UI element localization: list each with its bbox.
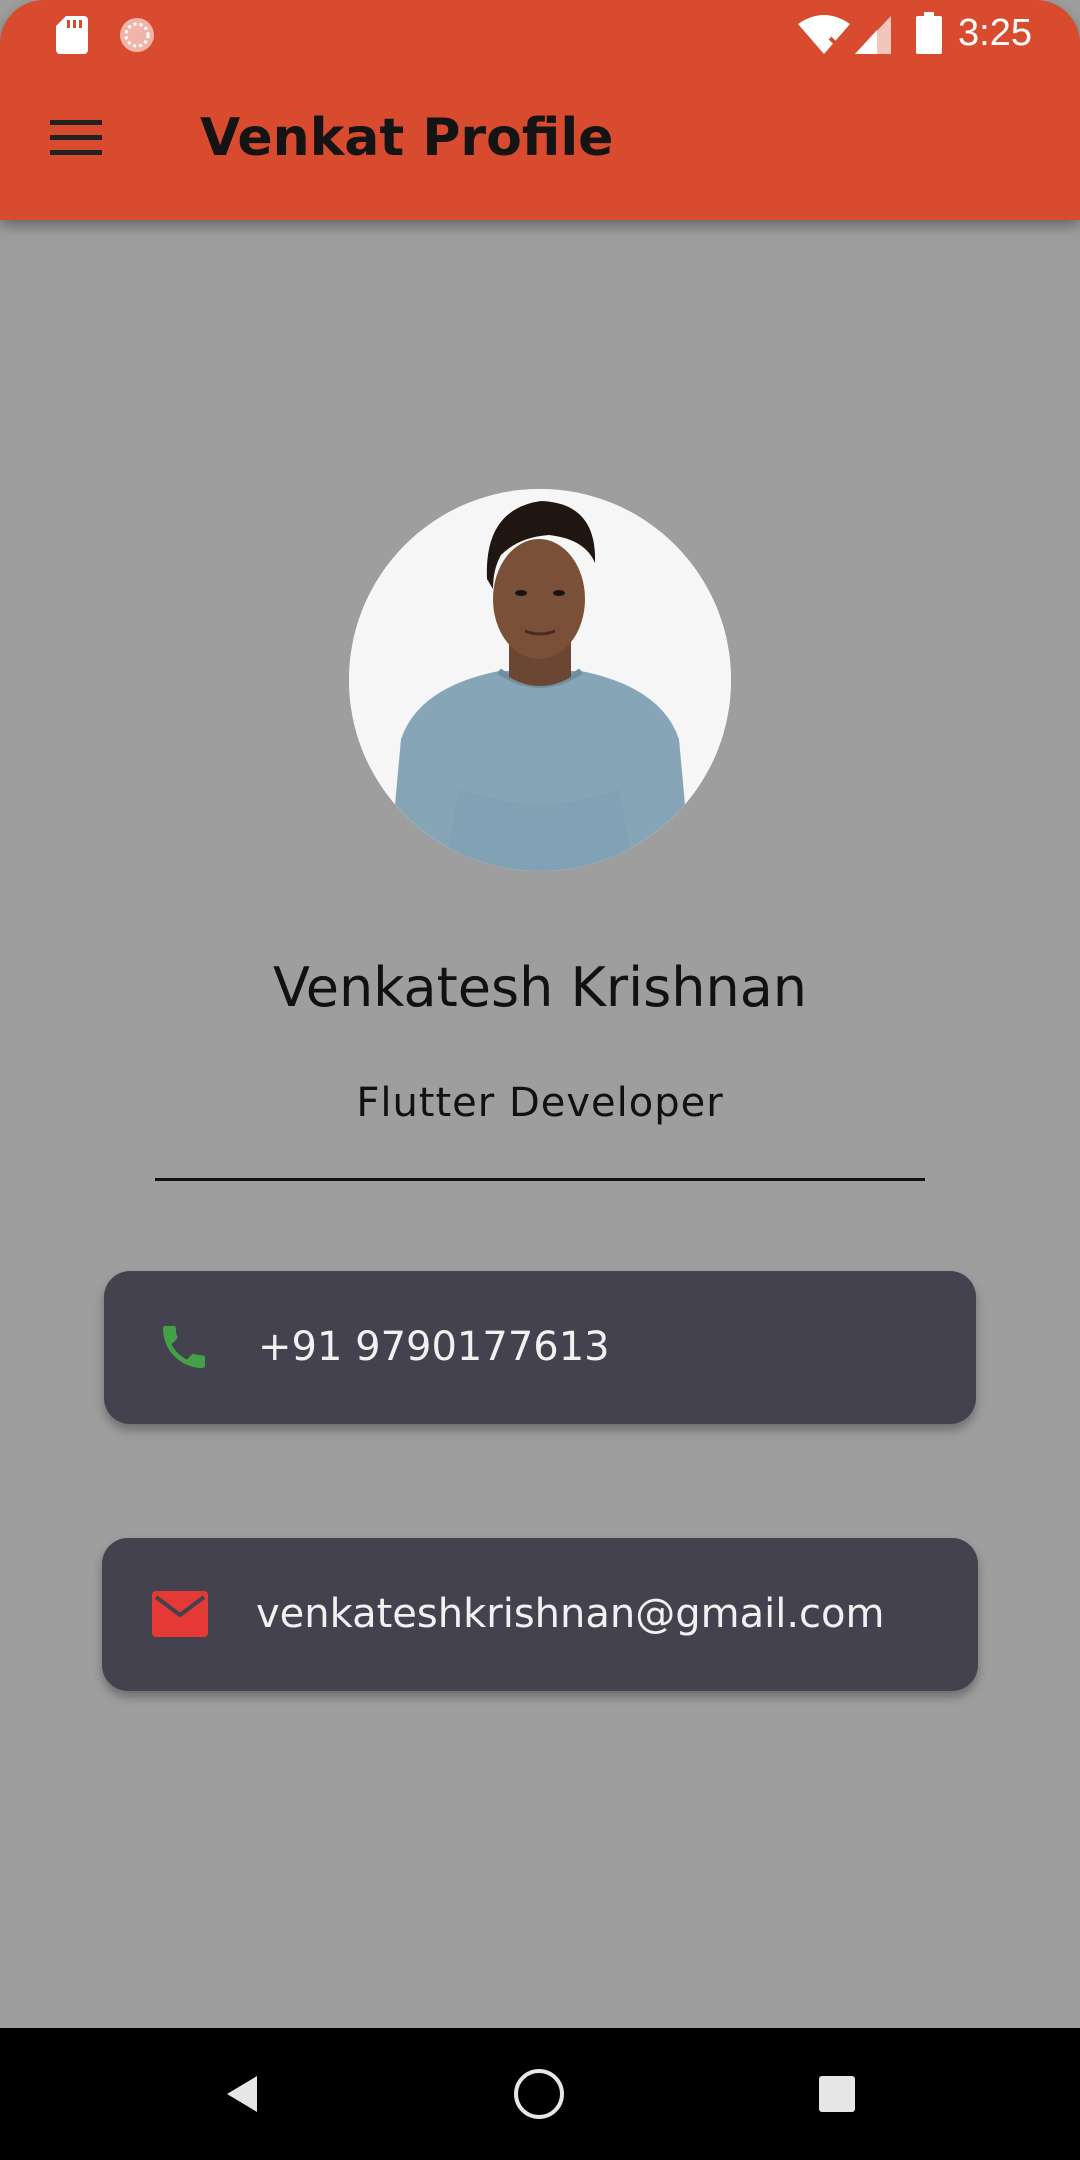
email-address: venkateshkrishnan@gmail.com bbox=[256, 1591, 885, 1637]
phone-number: +91 9790177613 bbox=[258, 1324, 610, 1370]
home-button[interactable] bbox=[503, 2058, 575, 2130]
recents-icon bbox=[819, 2076, 855, 2112]
sd-card-icon bbox=[56, 16, 88, 54]
status-bar: 3:25 bbox=[0, 0, 1080, 66]
cell-signal-icon bbox=[855, 16, 891, 54]
back-icon bbox=[227, 2076, 257, 2112]
profile-role: Flutter Developer bbox=[356, 1080, 724, 1126]
app-title: Venkat Profile bbox=[200, 108, 614, 168]
wifi-off-icon bbox=[798, 15, 850, 54]
battery-icon bbox=[916, 12, 942, 54]
profile-name: Venkatesh Krishnan bbox=[272, 956, 808, 1019]
back-button[interactable] bbox=[205, 2058, 277, 2130]
divider bbox=[155, 1178, 925, 1181]
profile-screen: 3:25 Venkat Profile Venkatesh Krishnan F… bbox=[0, 0, 1080, 2160]
avatar bbox=[349, 489, 731, 871]
sync-icon bbox=[120, 18, 154, 52]
navigation-bar bbox=[0, 2028, 1080, 2160]
menu-button[interactable] bbox=[40, 110, 112, 166]
phone-card[interactable]: +91 9790177613 bbox=[104, 1271, 976, 1424]
recents-button[interactable] bbox=[801, 2058, 873, 2130]
phone-icon bbox=[154, 1317, 214, 1377]
status-time: 3:25 bbox=[958, 12, 1032, 54]
email-card[interactable]: venkateshkrishnan@gmail.com bbox=[102, 1538, 978, 1691]
app-bar: Venkat Profile bbox=[0, 66, 1080, 220]
home-icon bbox=[514, 2069, 564, 2119]
hamburger-menu-icon bbox=[50, 120, 102, 155]
top-bar: 3:25 Venkat Profile bbox=[0, 0, 1080, 220]
email-icon bbox=[150, 1584, 210, 1644]
profile-photo bbox=[349, 489, 731, 871]
